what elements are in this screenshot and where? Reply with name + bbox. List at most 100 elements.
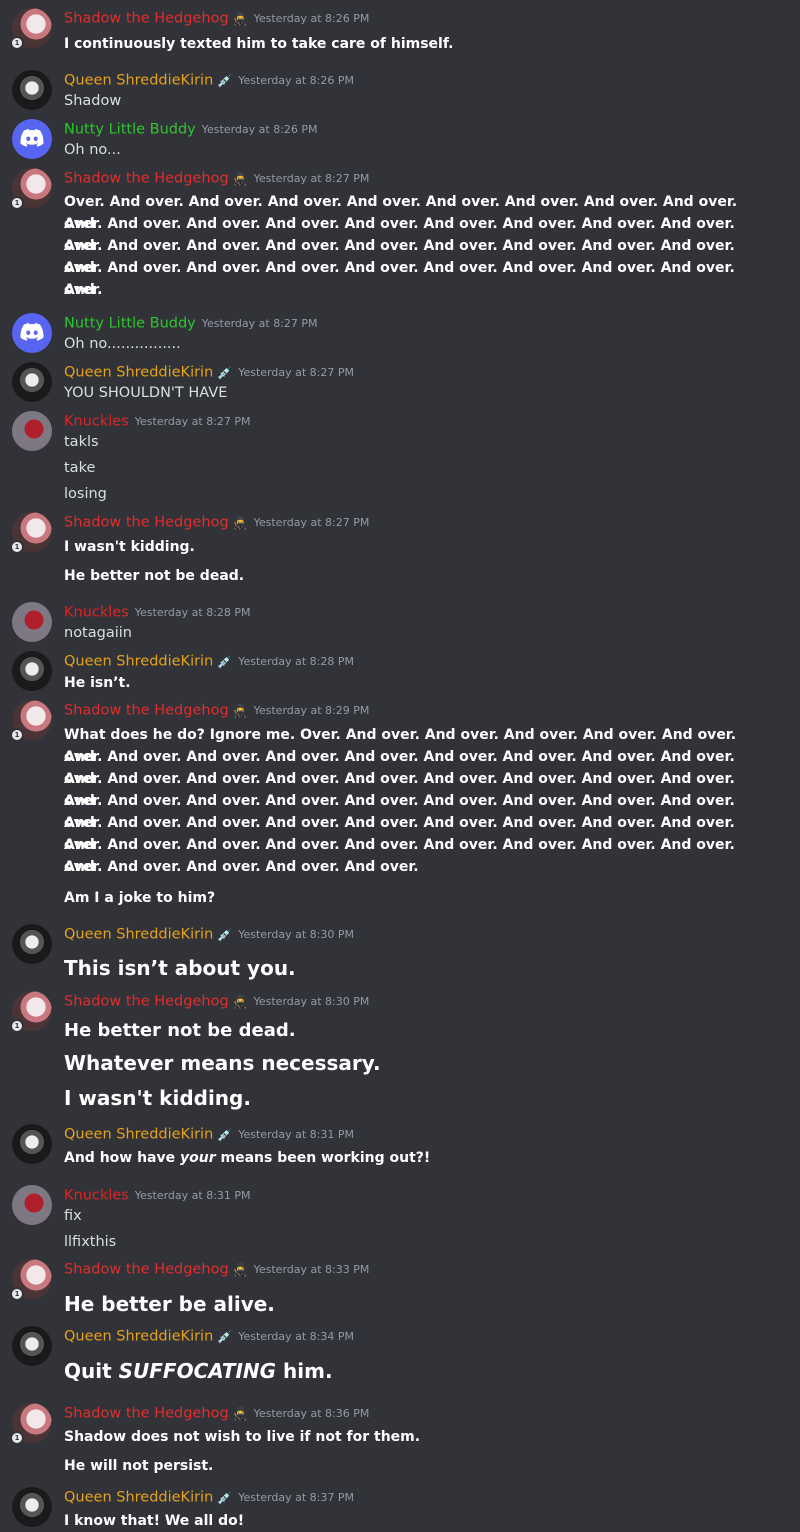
- username[interactable]: Queen ShreddieKirin: [64, 73, 213, 89]
- message-text: And how have your means been working out…: [64, 1150, 431, 1166]
- avatar[interactable]: [12, 1487, 52, 1527]
- timestamp[interactable]: Yesterday at 8:36 PM: [254, 1407, 370, 1420]
- timestamp[interactable]: Yesterday at 8:30 PM: [238, 928, 354, 941]
- timestamp[interactable]: Yesterday at 8:28 PM: [238, 655, 354, 668]
- avatar[interactable]: [12, 313, 52, 353]
- message-text: Oh no................: [64, 336, 181, 352]
- syringe-icon: 💉: [217, 927, 233, 942]
- message-text: take: [64, 460, 96, 476]
- message-text: He better not be dead.: [64, 568, 245, 584]
- message-text: takls: [64, 434, 99, 450]
- avatar[interactable]: [12, 651, 52, 691]
- username[interactable]: Shadow the Hedgehog: [64, 515, 229, 531]
- username[interactable]: Knuckles: [64, 605, 129, 621]
- syringe-icon: 💉: [217, 654, 233, 669]
- avatar[interactable]: [12, 411, 52, 451]
- message-text: losing: [64, 486, 107, 502]
- username[interactable]: Shadow the Hedgehog: [64, 1262, 229, 1278]
- avatar[interactable]: [12, 70, 52, 110]
- syringe-icon: 💉: [217, 365, 233, 380]
- timestamp[interactable]: Yesterday at 8:26 PM: [254, 12, 370, 25]
- avatar[interactable]: [12, 924, 52, 964]
- message-text: over.: [64, 282, 103, 298]
- avatar[interactable]: [12, 1185, 52, 1225]
- timestamp[interactable]: Yesterday at 8:30 PM: [254, 995, 370, 1008]
- username[interactable]: Nutty Little Buddy: [64, 316, 196, 332]
- message-text: I continuously texted him to take care o…: [64, 36, 454, 52]
- message-text: I know that! We all do!: [64, 1513, 245, 1529]
- username[interactable]: Queen ShreddieKirin: [64, 1329, 213, 1345]
- message-text: I wasn't kidding.: [64, 539, 195, 555]
- timestamp[interactable]: Yesterday at 8:33 PM: [254, 1263, 370, 1276]
- timestamp[interactable]: Yesterday at 8:29 PM: [254, 704, 370, 717]
- avatar[interactable]: [12, 1326, 52, 1366]
- username[interactable]: Queen ShreddieKirin: [64, 365, 213, 381]
- syringe-icon: 💉: [217, 1329, 233, 1344]
- avatar[interactable]: [12, 1124, 52, 1164]
- timestamp[interactable]: Yesterday at 8:27 PM: [254, 516, 370, 529]
- status-icon: 1: [10, 540, 24, 554]
- ninja-icon: 🥷: [232, 703, 248, 718]
- ninja-icon: 🥷: [232, 515, 248, 530]
- message-heading: He better be alive.: [64, 1292, 275, 1316]
- status-icon: 1: [10, 1431, 24, 1445]
- status-icon: 1: [10, 196, 24, 210]
- timestamp[interactable]: Yesterday at 8:28 PM: [135, 606, 251, 619]
- username[interactable]: Knuckles: [64, 1188, 129, 1204]
- message-text: Shadow: [64, 93, 122, 109]
- username[interactable]: Queen ShreddieKirin: [64, 1127, 213, 1143]
- ninja-icon: 🥷: [232, 1262, 248, 1277]
- message-heading: Quit SUFFOCATING him.: [64, 1359, 333, 1383]
- username[interactable]: Shadow the Hedgehog: [64, 994, 229, 1010]
- status-icon: 1: [10, 728, 24, 742]
- timestamp[interactable]: Yesterday at 8:37 PM: [238, 1491, 354, 1504]
- message-text: Shadow does not wish to live if not for …: [64, 1429, 421, 1445]
- timestamp[interactable]: Yesterday at 8:26 PM: [238, 74, 354, 87]
- username[interactable]: Nutty Little Buddy: [64, 122, 196, 138]
- timestamp[interactable]: Yesterday at 8:27 PM: [202, 317, 318, 330]
- message-text: fix: [64, 1208, 82, 1224]
- username[interactable]: Shadow the Hedgehog: [64, 1406, 229, 1422]
- ninja-icon: 🥷: [232, 11, 248, 26]
- syringe-icon: 💉: [217, 1127, 233, 1142]
- message-text: YOU SHOULDN'T HAVE: [64, 385, 228, 401]
- username[interactable]: Queen ShreddieKirin: [64, 927, 213, 943]
- message-heading: This isn’t about you.: [64, 956, 296, 980]
- status-icon: 1: [10, 36, 24, 50]
- timestamp[interactable]: Yesterday at 8:31 PM: [135, 1189, 251, 1202]
- avatar[interactable]: [12, 602, 52, 642]
- message-text: Oh no...: [64, 142, 121, 158]
- syringe-icon: 💉: [217, 1490, 233, 1505]
- message-text: over. And over. And over. And over. And …: [64, 859, 419, 875]
- username[interactable]: Shadow the Hedgehog: [64, 171, 229, 187]
- ninja-icon: 🥷: [232, 994, 248, 1009]
- ninja-icon: 🥷: [232, 171, 248, 186]
- message-text: notagaiin: [64, 625, 132, 641]
- avatar[interactable]: [12, 119, 52, 159]
- username[interactable]: Queen ShreddieKirin: [64, 1490, 213, 1506]
- ninja-icon: 🥷: [232, 1406, 248, 1421]
- message-text: llfixthis: [64, 1234, 117, 1250]
- username[interactable]: Shadow the Hedgehog: [64, 703, 229, 719]
- timestamp[interactable]: Yesterday at 8:26 PM: [202, 123, 318, 136]
- message-text: Am I a joke to him?: [64, 890, 216, 906]
- timestamp[interactable]: Yesterday at 8:31 PM: [238, 1128, 354, 1141]
- discord-logo-icon: [20, 129, 44, 147]
- username[interactable]: Queen ShreddieKirin: [64, 654, 213, 670]
- message-text: He isn’t.: [64, 675, 131, 691]
- username[interactable]: Shadow the Hedgehog: [64, 11, 229, 27]
- timestamp[interactable]: Yesterday at 8:34 PM: [238, 1330, 354, 1343]
- discord-logo-icon: [20, 323, 44, 341]
- avatar[interactable]: [12, 362, 52, 402]
- timestamp[interactable]: Yesterday at 8:27 PM: [135, 415, 251, 428]
- username[interactable]: Knuckles: [64, 414, 129, 430]
- message-text: He will not persist.: [64, 1458, 214, 1474]
- timestamp[interactable]: Yesterday at 8:27 PM: [238, 366, 354, 379]
- message-heading: He better not be dead.: [64, 1020, 296, 1041]
- message-heading: I wasn't kidding.: [64, 1086, 251, 1110]
- message-list: 1 Shadow the Hedgehog 🥷 Yesterday at 8:26 …: [0, 0, 800, 1532]
- status-icon: 1: [10, 1019, 24, 1033]
- timestamp[interactable]: Yesterday at 8:27 PM: [254, 172, 370, 185]
- message-heading: Whatever means necessary.: [64, 1051, 381, 1075]
- status-icon: 1: [10, 1287, 24, 1301]
